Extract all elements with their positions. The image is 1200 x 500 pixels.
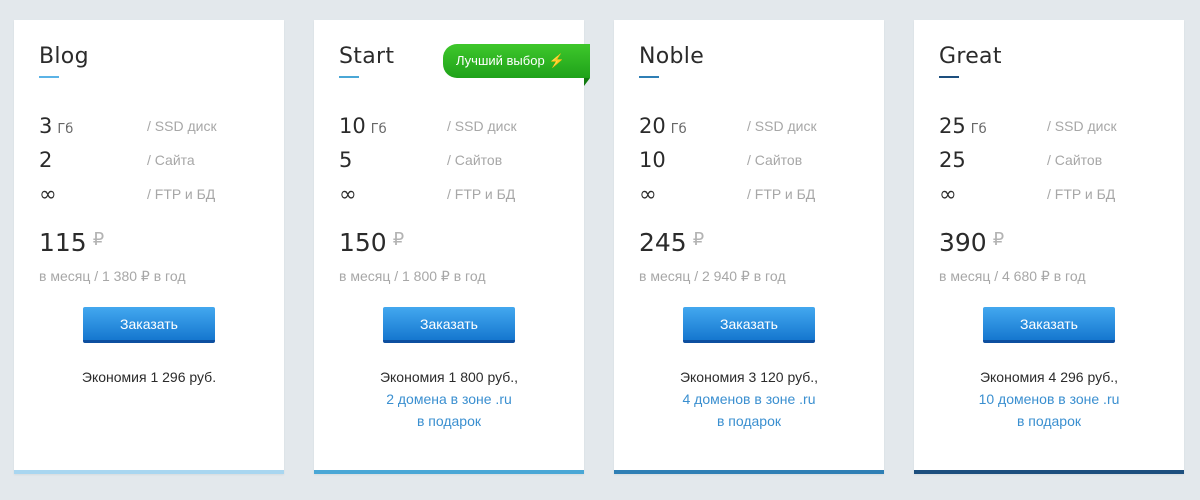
currency-icon: ₽ [692, 229, 705, 250]
sites-label: / Сайтов [447, 152, 503, 168]
disk-unit: Гб [970, 122, 987, 137]
sites-label: / Сайтов [747, 152, 803, 168]
price-period: в месяц / 2 940 ₽ в год [639, 268, 786, 284]
ftp-value: ∞ [339, 182, 357, 206]
spec-ftp: ∞ / FTP и БД [939, 182, 1179, 208]
order-button[interactable]: Заказать [983, 307, 1115, 343]
plan-accent-bar [614, 470, 884, 474]
savings-text: Экономия 1 800 руб., [379, 369, 519, 385]
disk-value: 10 [339, 114, 366, 138]
price-period: в месяц / 1 800 ₽ в год [339, 268, 486, 284]
sites-value: 25 [939, 148, 966, 172]
savings-block: Экономия 1 800 руб., 2 домена в зоне .ru… [314, 366, 584, 432]
savings-block: Экономия 4 296 руб., 10 доменов в зоне .… [914, 366, 1184, 432]
currency-icon: ₽ [992, 229, 1005, 250]
plan-name-underline [939, 76, 959, 78]
plan-accent-bar [14, 470, 284, 474]
gift-domains-link[interactable]: 10 доменов в зоне .ru [914, 388, 1184, 410]
plan-name: Start [339, 44, 395, 69]
price: 390 ₽ [939, 228, 1004, 257]
savings-text: Экономия 3 120 руб., [679, 369, 819, 385]
best-choice-label: Лучший выбор [456, 53, 545, 68]
savings-text: Экономия 1 296 руб. [81, 369, 217, 385]
sites-value: 10 [639, 148, 666, 172]
order-button[interactable]: Заказать [83, 307, 215, 343]
gift-suffix-link[interactable]: в подарок [614, 410, 884, 432]
disk-label: / SSD диск [1047, 118, 1117, 134]
plan-card-noble: Noble 20 Гб / SSD диск 10 / Сайтов ∞ / FT… [614, 20, 884, 474]
disk-label: / SSD диск [147, 118, 217, 134]
lightning-icon: ⚡ [548, 53, 565, 68]
plan-name: Blog [39, 44, 89, 69]
spec-sites: 25 / Сайтов [939, 148, 1179, 174]
price-period: в месяц / 4 680 ₽ в год [939, 268, 1086, 284]
ftp-label: / FTP и БД [447, 186, 516, 202]
sites-value: 2 [39, 148, 53, 172]
disk-label: / SSD диск [447, 118, 517, 134]
price-value: 245 [639, 228, 687, 257]
ftp-value: ∞ [639, 182, 657, 206]
spec-sites: 5 / Сайтов [339, 148, 579, 174]
order-button[interactable]: Заказать [383, 307, 515, 343]
disk-value-group: 3 Гб [39, 114, 73, 138]
sites-label: / Сайтов [1047, 152, 1103, 168]
disk-unit: Гб [370, 122, 387, 137]
disk-value: 3 [39, 114, 53, 138]
plan-card-great: Great 25 Гб / SSD диск 25 / Сайтов ∞ / FT… [914, 20, 1184, 474]
plan-accent-bar [314, 470, 584, 474]
plan-name-underline [639, 76, 659, 78]
order-button[interactable]: Заказать [683, 307, 815, 343]
sites-label: / Сайта [147, 152, 195, 168]
price: 115 ₽ [39, 228, 104, 257]
spec-disk: 10 Гб / SSD диск [339, 114, 579, 140]
disk-unit: Гб [57, 122, 74, 137]
gift-domains-link[interactable]: 2 домена в зоне .ru [314, 388, 584, 410]
price-value: 390 [939, 228, 987, 257]
plan-name-underline [339, 76, 359, 78]
ftp-value: ∞ [939, 182, 957, 206]
spec-disk: 25 Гб / SSD диск [939, 114, 1179, 140]
plan-accent-bar [914, 470, 1184, 474]
disk-unit: Гб [670, 122, 687, 137]
gift-suffix-link[interactable]: в подарок [914, 410, 1184, 432]
plan-name-underline [39, 76, 59, 78]
ftp-label: / FTP и БД [747, 186, 816, 202]
disk-value-group: 20 Гб [639, 114, 687, 138]
best-choice-badge: Лучший выбор ⚡ [443, 44, 590, 78]
spec-sites: 2 / Сайта [39, 148, 279, 174]
currency-icon: ₽ [392, 229, 405, 250]
disk-label: / SSD диск [747, 118, 817, 134]
savings-block: Экономия 1 296 руб. [14, 366, 284, 388]
gift-domains-link[interactable]: 4 доменов в зоне .ru [614, 388, 884, 410]
disk-value: 20 [639, 114, 666, 138]
gift-suffix-link[interactable]: в подарок [314, 410, 584, 432]
price-period: в месяц / 1 380 ₽ в год [39, 268, 186, 284]
spec-disk: 3 Гб / SSD диск [39, 114, 279, 140]
sites-value: 5 [339, 148, 353, 172]
disk-value-group: 25 Гб [939, 114, 987, 138]
ftp-label: / FTP и БД [1047, 186, 1116, 202]
price: 150 ₽ [339, 228, 404, 257]
spec-disk: 20 Гб / SSD диск [639, 114, 879, 140]
currency-icon: ₽ [92, 229, 105, 250]
spec-sites: 10 / Сайтов [639, 148, 879, 174]
savings-text: Экономия 4 296 руб., [979, 369, 1119, 385]
plan-card-blog: Blog 3 Гб / SSD диск 2 / Сайта ∞ / FTP и … [14, 20, 284, 474]
plan-card-start: Start 10 Гб / SSD диск 5 / Сайтов ∞ / FTP… [314, 20, 584, 474]
price-value: 115 [39, 228, 87, 257]
spec-ftp: ∞ / FTP и БД [339, 182, 579, 208]
spec-ftp: ∞ / FTP и БД [639, 182, 879, 208]
savings-block: Экономия 3 120 руб., 4 доменов в зоне .r… [614, 366, 884, 432]
disk-value-group: 10 Гб [339, 114, 387, 138]
price-value: 150 [339, 228, 387, 257]
disk-value: 25 [939, 114, 966, 138]
ftp-label: / FTP и БД [147, 186, 216, 202]
plan-name: Noble [639, 44, 705, 69]
ftp-value: ∞ [39, 182, 57, 206]
plan-name: Great [939, 44, 1002, 69]
badge-ribbon-fold [584, 78, 590, 86]
spec-ftp: ∞ / FTP и БД [39, 182, 279, 208]
price: 245 ₽ [639, 228, 704, 257]
